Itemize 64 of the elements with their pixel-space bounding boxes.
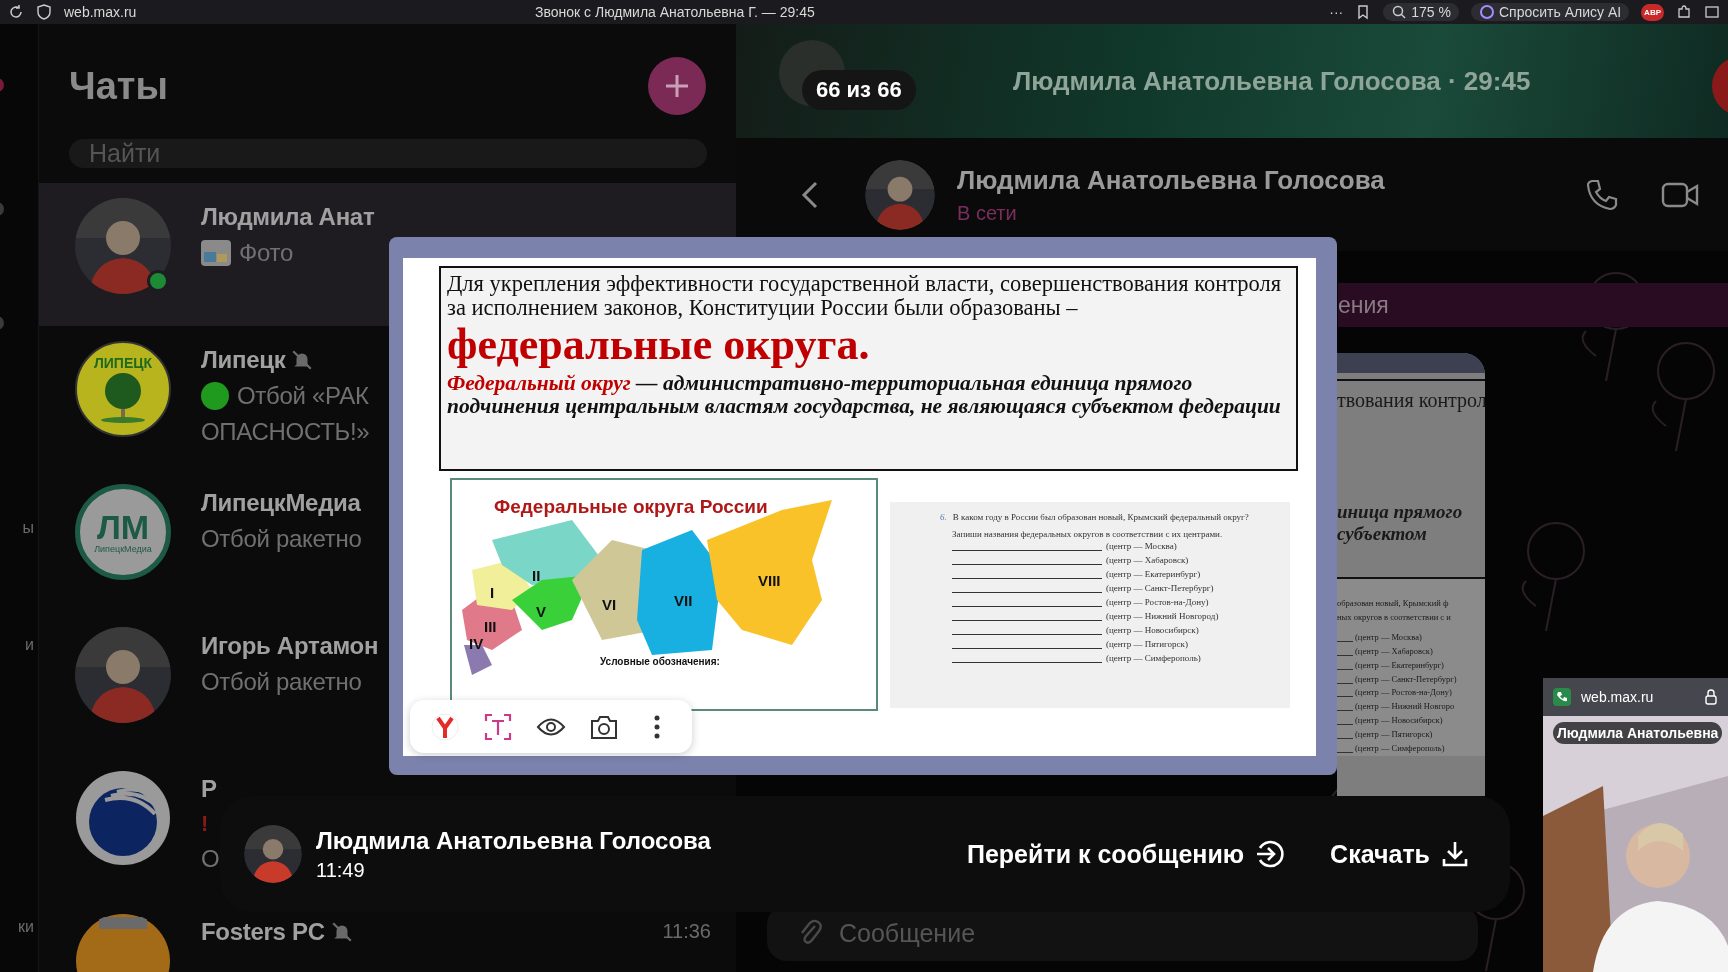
message-preview: О: [201, 845, 220, 873]
definition-text: Федеральный округ — административно-территориальная единица прямого подчинения центральным властям государства, не являющаяся субъектом федерации: [447, 372, 1282, 418]
question-number: 6.: [940, 512, 947, 523]
sender-name: Людмила Анатольевна Голосова: [316, 826, 711, 855]
map-label: V: [536, 603, 546, 620]
answer-hint: (центр — Москва): [1106, 541, 1177, 553]
answer-hint: (центр — Нижний Новгород): [1106, 610, 1219, 622]
tab-title: Звонок с Людмила Анатольевна Г. — 29:45: [535, 4, 815, 20]
message-preview: Отбой ракетно: [201, 525, 362, 553]
avatar-text: ЛИПЕЦК: [93, 355, 153, 371]
message-preview: Отбой «РАК: [237, 382, 369, 410]
chat-name: Р: [201, 775, 217, 803]
contact-name: Людмила Анатольевна Голосова: [957, 164, 1385, 196]
answer-hint: (центр — Новосибирск): [1106, 624, 1199, 636]
workbook-text: (центр — Новосибирск): [1355, 714, 1443, 728]
workbook-text: (центр — Москва): [1355, 630, 1422, 644]
workbook-text: (центр — Хабаровск): [1355, 644, 1433, 658]
contact-status: В сети: [957, 201, 1018, 225]
map-label: VI: [602, 596, 617, 613]
answer-hint: (центр — Екатеринбург): [1106, 569, 1201, 581]
participant-name: Людмила Анатольевна: [1553, 722, 1723, 744]
slide-text: иница прямого: [1337, 501, 1463, 523]
site-text: web.max.ru: [1581, 689, 1654, 705]
map-label: III: [484, 618, 497, 635]
chat-name: Липецк: [201, 346, 286, 374]
workbook-text: ных округов в соответствии с и: [1337, 610, 1452, 624]
avatar-text: ЛМ: [96, 510, 150, 544]
map-label: I: [490, 584, 495, 601]
answer-hint: (центр — Ростов-на-Дону): [1106, 597, 1209, 608]
message-preview: Фото: [239, 239, 293, 267]
workbook-text: (центр — Санкт-Петербург): [1355, 672, 1457, 686]
task-text: Запиши названия федеральных округов в соответствии с их центрами.: [951, 529, 1224, 540]
chat-name: ЛипецкМедиа: [201, 489, 361, 517]
legend-title: Условные обозначения:: [600, 656, 720, 667]
alert-mark: !: [201, 811, 210, 837]
map-label: VIII: [758, 572, 781, 589]
map-label: II: [532, 567, 541, 584]
chat-time: 11:36: [662, 920, 711, 943]
message-preview: ОПАСНОСТЬ!»: [201, 418, 370, 446]
answer-hint: (центр — Санкт-Петербург): [1106, 583, 1214, 595]
map-title: Федеральные округа России: [494, 496, 768, 518]
chat-name: Игорь Артамон: [201, 632, 379, 660]
map-label: IV: [469, 635, 484, 652]
workbook-text: (центр — Симферополь): [1355, 742, 1445, 756]
pinned-text: ения: [1338, 291, 1389, 319]
workbook-text: (центр — Пятигорск): [1355, 728, 1433, 742]
workbook-text: (центр — Ростов-на-Дону): [1355, 686, 1452, 700]
message-preview: Отбой ракетно: [201, 668, 362, 696]
answer-hint: (центр — Симферополь): [1106, 652, 1201, 664]
workbook-text: (центр — Екатеринбург): [1355, 658, 1444, 672]
slide-text: субъектом: [1337, 523, 1428, 545]
panel-title: Чаты: [69, 64, 168, 108]
chat-name: Людмила Анат: [201, 203, 375, 231]
answer-hint: (центр — Хабаровск): [1106, 555, 1189, 567]
call-title: Людмила Анатольевна Голосова · 29:45: [1013, 65, 1531, 97]
counter-badge: 66 из 66: [802, 70, 916, 110]
avatar-subtext: ЛипецкМедиа: [94, 544, 152, 554]
workbook-text: образован новый, Крымский ф: [1337, 597, 1450, 610]
chat-name: Fosters PC: [201, 918, 325, 946]
sent-time: 11:49: [316, 858, 366, 882]
question-text: В каком году в России был образован новый, Крымский федеральный округ?: [952, 512, 1249, 523]
answer-hint: (центр — Пятигорск): [1106, 638, 1188, 650]
map-label: VII: [674, 592, 693, 609]
workbook-text: (центр — Нижний Новгоро: [1355, 700, 1455, 714]
